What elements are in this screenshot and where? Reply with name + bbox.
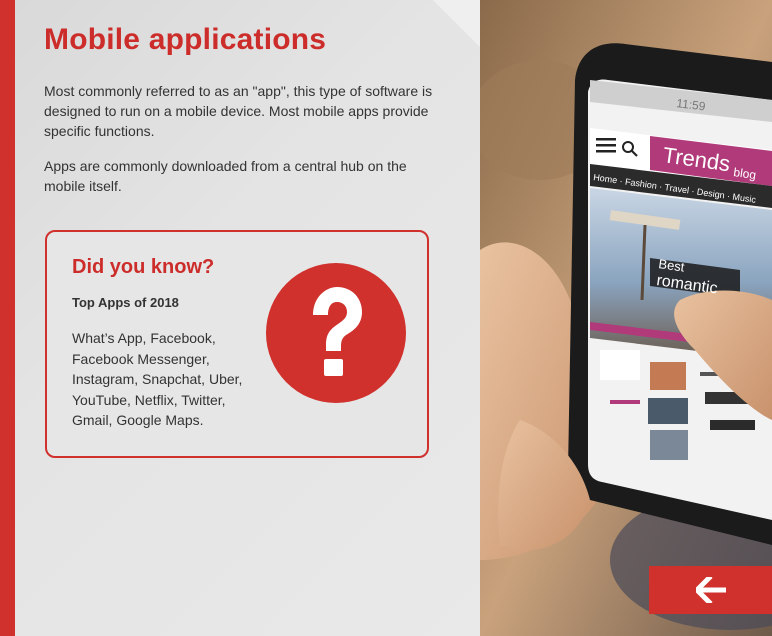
arrow-left-icon (649, 577, 772, 603)
top-apps-list: What’s App, Facebook, Facebook Messenger… (72, 330, 243, 428)
callout-subtitle: Top Apps of 2018 (72, 295, 179, 310)
phone-photo: 11:59 Trends blog Home · Fashion · Trave… (480, 0, 772, 636)
accent-bar (0, 0, 15, 636)
question-mark-icon (266, 263, 406, 403)
slide: Mobile applications Most commonly referr… (0, 0, 772, 636)
back-button[interactable] (649, 566, 772, 614)
intro-paragraph: Most commonly referred to as an "app", t… (44, 83, 433, 139)
hamburger-menu-icon (596, 138, 616, 153)
did-you-know-callout: Did you know? Top Apps of 2018 What’s Ap… (45, 230, 429, 458)
download-paragraph: Apps are commonly downloaded from a cent… (44, 158, 407, 194)
callout-title: Did you know? (72, 256, 215, 278)
page-title: Mobile applications (44, 23, 327, 56)
